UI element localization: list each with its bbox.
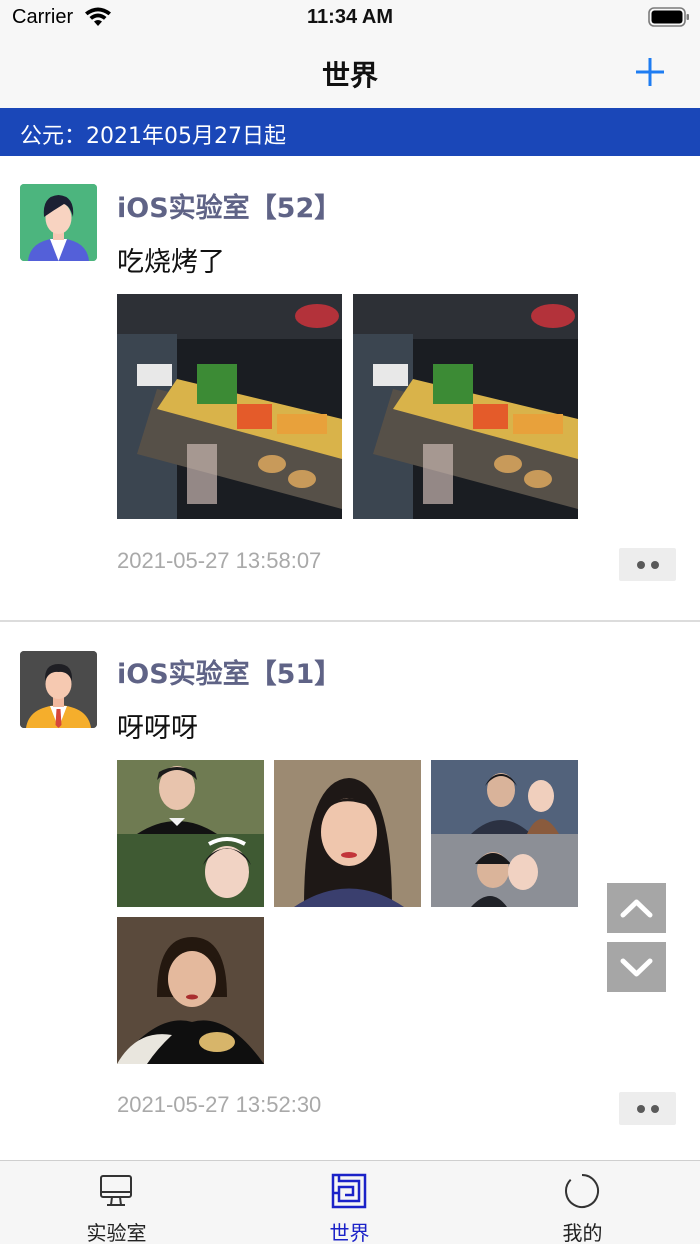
status-time: 11:34 AM [307, 6, 393, 28]
post-text: 呀呀呀 [117, 713, 198, 744]
user-avatar-icon [20, 184, 97, 261]
post-timestamp: 2021-05-27 13:52:30 [117, 1092, 322, 1117]
chevron-up-icon [620, 899, 653, 918]
post-photo[interactable] [431, 760, 578, 907]
couple-kiss-image [431, 760, 578, 907]
era-banner: 公元：2021年05月27日起 [0, 108, 700, 156]
bbq-stall-image [353, 294, 578, 519]
avatar[interactable] [20, 651, 97, 728]
post-text: 吃烧烤了 [117, 247, 225, 278]
dot-icon [637, 1105, 645, 1113]
tab-lab[interactable]: 实验室 [0, 1161, 233, 1244]
maze-icon [331, 1173, 367, 1209]
tab-label: 世界 [329, 1221, 370, 1244]
scroll-down-button[interactable] [607, 942, 666, 992]
feed-post: iOS实验室【52】 吃烧烤了 2021-05-27 13:58:07 [0, 156, 700, 622]
post-author[interactable]: iOS实验室【51】 [117, 652, 341, 691]
chevron-down-icon [620, 958, 653, 977]
more-options-button[interactable] [619, 1092, 676, 1125]
era-banner-text: 公元：2021年05月27日起 [20, 124, 286, 149]
dot-icon [651, 1105, 659, 1113]
post-timestamp: 2021-05-27 13:58:07 [117, 548, 322, 573]
tab-bar: 实验室 世界 我的 [0, 1160, 700, 1244]
monitor-icon [100, 1175, 132, 1206]
woman-portrait-image [274, 760, 421, 907]
post-photo[interactable] [117, 917, 264, 1064]
status-bar: Carrier 11:34 AM [0, 0, 700, 36]
woman-fur-coat-image [117, 917, 264, 1064]
dot-icon [651, 561, 659, 569]
feed-post: iOS实验室【51】 呀呀呀 2021-05-27 13:52:30 [0, 622, 700, 1160]
avatar[interactable] [20, 184, 97, 261]
post-photo[interactable] [117, 760, 264, 907]
tab-label: 我的 [562, 1221, 603, 1244]
wedding-couple-image [117, 760, 264, 907]
bbq-stall-image [117, 294, 342, 519]
post-photo[interactable] [117, 294, 342, 519]
user-avatar-icon [20, 651, 97, 728]
dot-icon [637, 561, 645, 569]
plus-icon[interactable] [632, 54, 668, 90]
navigation-bar: 世界 [0, 36, 700, 108]
tab-me[interactable]: 我的 [466, 1161, 699, 1244]
scroll-up-button[interactable] [607, 883, 666, 933]
more-options-button[interactable] [619, 548, 676, 581]
page-title: 世界 [321, 59, 378, 92]
tab-world[interactable]: 世界 [233, 1161, 466, 1244]
post-photo[interactable] [353, 294, 578, 519]
post-photo[interactable] [274, 760, 421, 907]
tab-label: 实验室 [86, 1221, 147, 1244]
battery-icon [648, 7, 689, 27]
circle-icon [565, 1174, 600, 1208]
post-author[interactable]: iOS实验室【52】 [117, 186, 341, 225]
